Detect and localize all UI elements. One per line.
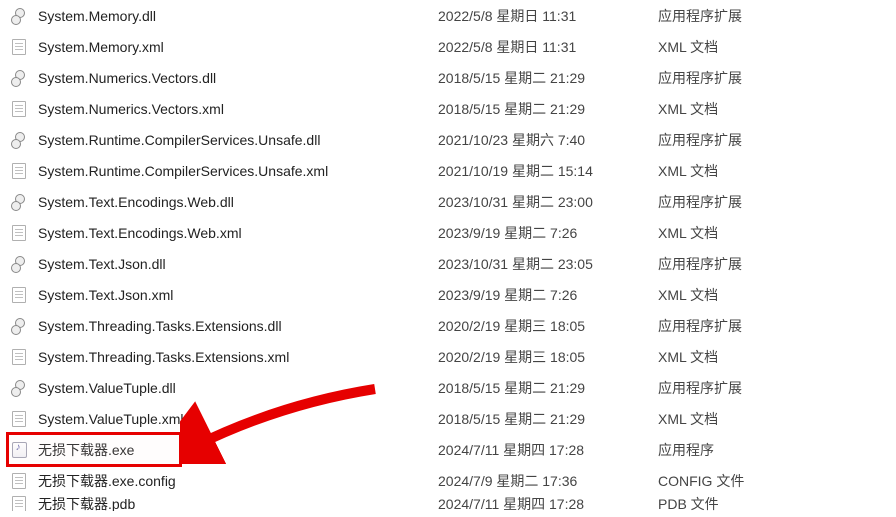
dll-file-icon bbox=[10, 255, 28, 273]
file-date: 2024/7/11 星期四 17:28 bbox=[438, 440, 658, 460]
file-type: XML 文档 bbox=[658, 37, 798, 57]
file-name: System.Numerics.Vectors.xml bbox=[38, 101, 438, 117]
file-list: System.Memory.dll2022/5/8 星期日 11:31应用程序扩… bbox=[0, 0, 896, 511]
file-name: System.Threading.Tasks.Extensions.dll bbox=[38, 318, 438, 334]
doc-file-icon bbox=[10, 162, 28, 180]
file-type: XML 文档 bbox=[658, 223, 798, 243]
file-row[interactable]: System.Text.Encodings.Web.dll2023/10/31 … bbox=[0, 186, 896, 217]
file-name: System.ValueTuple.xml bbox=[38, 411, 438, 427]
file-date: 2023/10/31 星期二 23:05 bbox=[438, 254, 658, 274]
file-name: System.Numerics.Vectors.dll bbox=[38, 70, 438, 86]
file-type: 应用程序扩展 bbox=[658, 130, 798, 150]
file-date: 2023/9/19 星期二 7:26 bbox=[438, 223, 658, 243]
file-type: XML 文档 bbox=[658, 409, 798, 429]
file-date: 2021/10/19 星期二 15:14 bbox=[438, 161, 658, 181]
file-row[interactable]: System.Threading.Tasks.Extensions.xml202… bbox=[0, 341, 896, 372]
file-date: 2018/5/15 星期二 21:29 bbox=[438, 409, 658, 429]
file-row[interactable]: 无损下载器.pdb2024/7/11 星期四 17:28PDB 文件 bbox=[0, 496, 896, 511]
dll-file-icon bbox=[10, 7, 28, 25]
doc-file-icon bbox=[10, 348, 28, 366]
file-type: 应用程序扩展 bbox=[658, 6, 798, 26]
dll-file-icon bbox=[10, 379, 28, 397]
file-date: 2020/2/19 星期三 18:05 bbox=[438, 347, 658, 367]
file-row[interactable]: System.ValueTuple.dll2018/5/15 星期二 21:29… bbox=[0, 372, 896, 403]
file-type: 应用程序扩展 bbox=[658, 254, 798, 274]
file-date: 2018/5/15 星期二 21:29 bbox=[438, 378, 658, 398]
file-row[interactable]: System.Memory.xml2022/5/8 星期日 11:31XML 文… bbox=[0, 31, 896, 62]
file-row[interactable]: System.Numerics.Vectors.xml2018/5/15 星期二… bbox=[0, 93, 896, 124]
file-type: 应用程序扩展 bbox=[658, 316, 798, 336]
file-row[interactable]: 无损下载器.exe.config2024/7/9 星期二 17:36CONFIG… bbox=[0, 465, 896, 496]
doc-file-icon bbox=[10, 496, 28, 511]
file-type: 应用程序扩展 bbox=[658, 68, 798, 88]
file-row[interactable]: System.Runtime.CompilerServices.Unsafe.d… bbox=[0, 124, 896, 155]
file-type: CONFIG 文件 bbox=[658, 471, 798, 491]
file-name: System.Threading.Tasks.Extensions.xml bbox=[38, 349, 438, 365]
dll-file-icon bbox=[10, 193, 28, 211]
file-name: System.Memory.xml bbox=[38, 39, 438, 55]
file-row[interactable]: System.Text.Json.dll2023/10/31 星期二 23:05… bbox=[0, 248, 896, 279]
file-date: 2024/7/9 星期二 17:36 bbox=[438, 471, 658, 491]
doc-file-icon bbox=[10, 224, 28, 242]
file-date: 2022/5/8 星期日 11:31 bbox=[438, 6, 658, 26]
file-date: 2024/7/11 星期四 17:28 bbox=[438, 496, 658, 511]
file-name: System.ValueTuple.dll bbox=[38, 380, 438, 396]
doc-file-icon bbox=[10, 286, 28, 304]
file-name: 无损下载器.exe.config bbox=[38, 471, 438, 491]
doc-file-icon bbox=[10, 100, 28, 118]
doc-file-icon bbox=[10, 472, 28, 490]
file-row[interactable]: System.ValueTuple.xml2018/5/15 星期二 21:29… bbox=[0, 403, 896, 434]
doc-file-icon bbox=[10, 38, 28, 56]
dll-file-icon bbox=[10, 131, 28, 149]
file-date: 2018/5/15 星期二 21:29 bbox=[438, 99, 658, 119]
file-type: XML 文档 bbox=[658, 161, 798, 181]
file-row[interactable]: System.Numerics.Vectors.dll2018/5/15 星期二… bbox=[0, 62, 896, 93]
file-row[interactable]: System.Memory.dll2022/5/8 星期日 11:31应用程序扩… bbox=[0, 0, 896, 31]
file-row[interactable]: System.Text.Encodings.Web.xml2023/9/19 星… bbox=[0, 217, 896, 248]
file-name: System.Text.Json.dll bbox=[38, 256, 438, 272]
file-name: System.Text.Encodings.Web.dll bbox=[38, 194, 438, 210]
file-type: 应用程序扩展 bbox=[658, 378, 798, 398]
file-name: System.Runtime.CompilerServices.Unsafe.x… bbox=[38, 163, 438, 179]
file-name: 无损下载器.exe bbox=[38, 440, 438, 460]
file-name: System.Text.Encodings.Web.xml bbox=[38, 225, 438, 241]
file-row[interactable]: System.Text.Json.xml2023/9/19 星期二 7:26XM… bbox=[0, 279, 896, 310]
file-row[interactable]: 无损下载器.exe2024/7/11 星期四 17:28应用程序 bbox=[0, 434, 896, 465]
file-name: 无损下载器.pdb bbox=[38, 496, 438, 511]
file-type: XML 文档 bbox=[658, 99, 798, 119]
file-type: PDB 文件 bbox=[658, 496, 798, 511]
file-row[interactable]: System.Threading.Tasks.Extensions.dll202… bbox=[0, 310, 896, 341]
dll-file-icon bbox=[10, 69, 28, 87]
file-name: System.Text.Json.xml bbox=[38, 287, 438, 303]
file-name: System.Runtime.CompilerServices.Unsafe.d… bbox=[38, 132, 438, 148]
file-name: System.Memory.dll bbox=[38, 8, 438, 24]
file-date: 2023/10/31 星期二 23:00 bbox=[438, 192, 658, 212]
file-date: 2022/5/8 星期日 11:31 bbox=[438, 37, 658, 57]
doc-file-icon bbox=[10, 410, 28, 428]
file-date: 2021/10/23 星期六 7:40 bbox=[438, 130, 658, 150]
file-type: 应用程序 bbox=[658, 440, 798, 460]
file-row[interactable]: System.Runtime.CompilerServices.Unsafe.x… bbox=[0, 155, 896, 186]
file-date: 2020/2/19 星期三 18:05 bbox=[438, 316, 658, 336]
file-type: XML 文档 bbox=[658, 347, 798, 367]
dll-file-icon bbox=[10, 317, 28, 335]
file-type: 应用程序扩展 bbox=[658, 192, 798, 212]
exe-file-icon bbox=[10, 441, 28, 459]
file-date: 2023/9/19 星期二 7:26 bbox=[438, 285, 658, 305]
file-date: 2018/5/15 星期二 21:29 bbox=[438, 68, 658, 88]
file-type: XML 文档 bbox=[658, 285, 798, 305]
